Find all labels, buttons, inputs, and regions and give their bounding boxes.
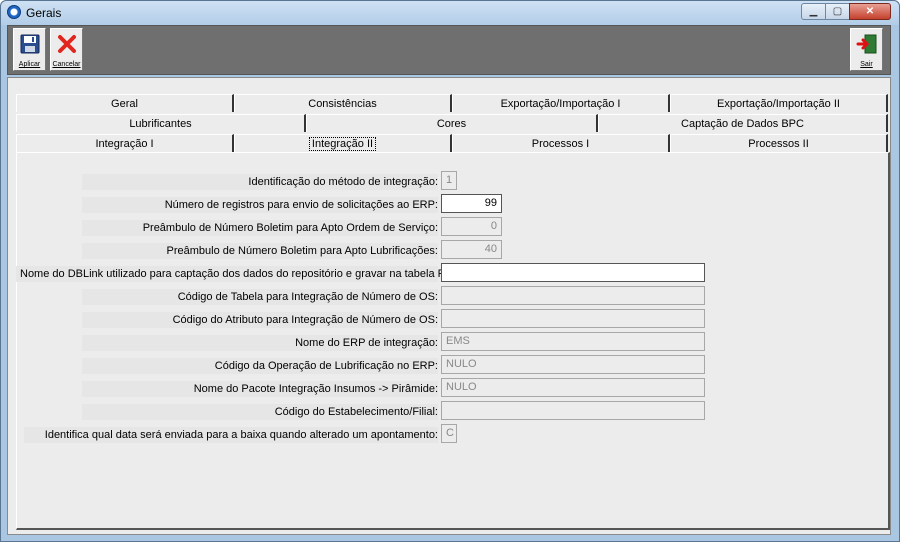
tab-row-2: Lubrificantes Cores Captação de Dados BP…	[16, 114, 888, 132]
tab-cores[interactable]: Cores	[306, 114, 598, 132]
close-button[interactable]: ✕	[849, 3, 891, 20]
tab-integracao-i[interactable]: Integração I	[16, 134, 234, 152]
tab-processos-ii[interactable]: Processos II	[670, 134, 888, 152]
attribute-code-os-field[interactable]	[441, 309, 705, 328]
tab-exportacao-importacao-i[interactable]: Exportação/Importação I	[452, 94, 670, 112]
form-row: Nome do DBLink utilizado para captação d…	[16, 263, 891, 283]
table-code-os-field[interactable]	[441, 286, 705, 305]
form-row: Código da Operação de Lubrificação no ER…	[17, 355, 891, 375]
preamble-lubrication-label: Preâmbulo de Número Boletim para Apto Lu…	[82, 243, 438, 259]
form-row: Código do Estabelecimento/Filial:	[17, 401, 891, 421]
form-row: Preâmbulo de Número Boletim para Apto Or…	[17, 217, 891, 237]
lubrication-operation-code-label: Código da Operação de Lubrificação no ER…	[82, 358, 438, 374]
exit-label: Sair	[860, 61, 873, 68]
attribute-code-os-label: Código do Atributo para Integração de Nú…	[82, 312, 438, 328]
date-sent-field[interactable]: C	[441, 424, 457, 443]
cancel-button[interactable]: Cancelar	[50, 28, 83, 71]
integration-method-label: Identificação do método de integração:	[82, 174, 438, 190]
lubrication-operation-code-field[interactable]: NULO	[441, 355, 705, 374]
form-row: Número de registros para envio de solici…	[17, 194, 891, 214]
package-name-field[interactable]: NULO	[441, 378, 705, 397]
form-row: Nome do ERP de integração: EMS	[17, 332, 891, 352]
establishment-code-label: Código do Estabelecimento/Filial:	[82, 404, 438, 420]
date-sent-label: Identifica qual data será enviada para a…	[24, 427, 438, 443]
erp-record-count-field[interactable]: 99	[441, 194, 502, 213]
form-row: Identificação do método de integração: 1	[17, 171, 891, 191]
preamble-service-order-label: Preâmbulo de Número Boletim para Apto Or…	[82, 220, 438, 236]
form-row: Preâmbulo de Número Boletim para Apto Lu…	[17, 240, 891, 260]
title-bar: Gerais ▁ ▢ ✕	[1, 1, 899, 25]
dblink-name-label: Nome do DBLink utilizado para captação d…	[16, 266, 471, 282]
form-row: Nome do Pacote Integração Insumos -> Pir…	[17, 378, 891, 398]
cancel-x-icon	[56, 33, 78, 55]
table-code-os-label: Código de Tabela para Integração de Núme…	[82, 289, 438, 305]
save-icon	[19, 33, 41, 55]
content-area: Geral Consistências Exportação/Importaçã…	[7, 77, 891, 535]
dblink-name-field[interactable]	[441, 263, 705, 282]
minimize-icon: ▁	[809, 6, 818, 17]
app-icon	[7, 5, 21, 19]
erp-name-field[interactable]: EMS	[441, 332, 705, 351]
tab-processos-i[interactable]: Processos I	[452, 134, 670, 152]
package-name-label: Nome do Pacote Integração Insumos -> Pir…	[82, 381, 438, 397]
apply-button[interactable]: Aplicar	[13, 28, 46, 71]
establishment-code-field[interactable]	[441, 401, 705, 420]
erp-record-count-label: Número de registros para envio de solici…	[82, 197, 438, 213]
form-row: Código do Atributo para Integração de Nú…	[17, 309, 891, 329]
cancel-label: Cancelar	[52, 61, 81, 68]
window-title: Gerais	[26, 6, 62, 20]
tab-integracao-ii[interactable]: Integração II	[234, 134, 452, 152]
minimize-button[interactable]: ▁	[801, 3, 826, 20]
form-row: Identifica qual data será enviada para a…	[17, 424, 891, 444]
main-window: Gerais ▁ ▢ ✕ Aplicar Cancelar Sair Geral…	[0, 0, 900, 542]
window-controls: ▁ ▢ ✕	[801, 3, 891, 20]
maximize-icon: ▢	[832, 6, 843, 17]
preamble-lubrication-field[interactable]: 40	[441, 240, 502, 259]
preamble-service-order-field[interactable]: 0	[441, 217, 502, 236]
erp-name-label: Nome do ERP de integração:	[82, 335, 438, 351]
tab-row-3: Integração I Integração II Processos I P…	[16, 134, 888, 152]
tab-consistencias[interactable]: Consistências	[234, 94, 452, 112]
apply-label: Aplicar	[18, 61, 41, 68]
exit-button[interactable]: Sair	[850, 28, 883, 71]
integration-ii-panel: Identificação do método de integração: 1…	[16, 152, 890, 530]
exit-door-icon	[856, 33, 878, 55]
toolbar: Aplicar Cancelar Sair	[7, 25, 891, 75]
tab-lubrificantes[interactable]: Lubrificantes	[16, 114, 306, 132]
tab-geral[interactable]: Geral	[16, 94, 234, 112]
maximize-button[interactable]: ▢	[825, 3, 850, 20]
tab-captacao-dados-bpc[interactable]: Captação de Dados BPC	[598, 114, 888, 132]
tab-exportacao-importacao-ii[interactable]: Exportação/Importação II	[670, 94, 888, 112]
form-row: Código de Tabela para Integração de Núme…	[17, 286, 891, 306]
close-icon: ✕	[865, 6, 875, 17]
integration-method-field[interactable]: 1	[441, 171, 457, 190]
tab-row-1: Geral Consistências Exportação/Importaçã…	[16, 94, 888, 112]
